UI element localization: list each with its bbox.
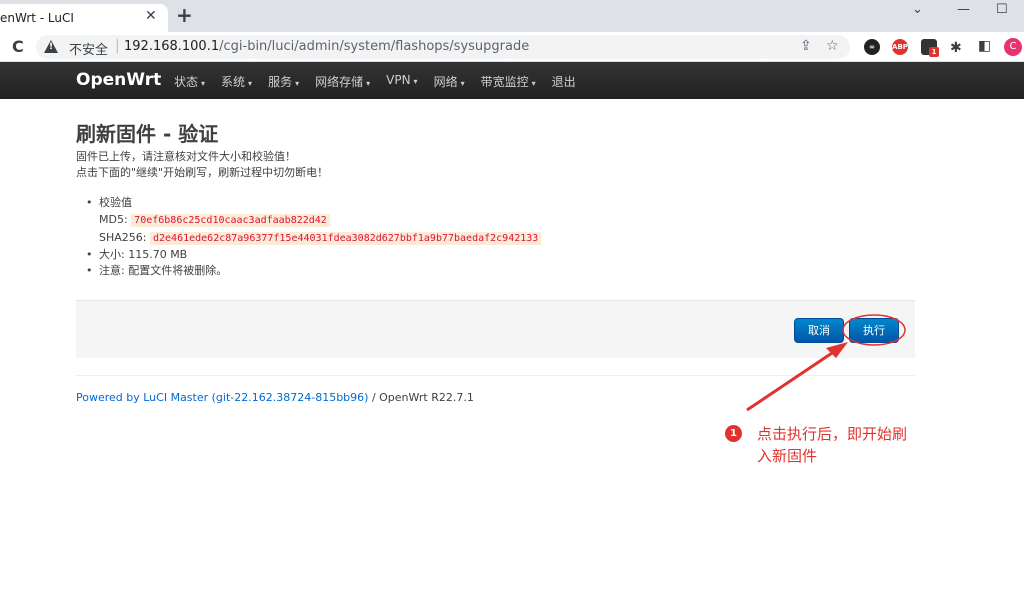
size-text: 大小: 115.70 MB (99, 248, 188, 261)
footer-version: / OpenWrt R22.7.1 (368, 391, 474, 404)
annotation-arrow-line (746, 347, 839, 412)
side-panel-icon[interactable]: ◧ (978, 38, 991, 54)
caret-icon: ▾ (460, 79, 465, 88)
flash-warning-description: 点击下面的"继续"开始刷写，刷新过程中切勿断电！ (76, 166, 329, 179)
md5-value: 70ef6b86c25cd10caac3adfaab822d42 (131, 214, 330, 227)
sha256-label: SHA256: (99, 231, 147, 244)
config-note: 注意: 配置文件将被删除。 (99, 264, 228, 277)
list-item: 大小: 115.70 MB (86, 247, 541, 263)
main-menu: 状态 ▾ 系统 ▾ 服务 ▾ 网络存储 ▾ VPN ▾ 网络 ▾ 带宽监控 ▾ 退出 (174, 73, 592, 90)
share-icon[interactable]: ⇪ (800, 38, 812, 54)
menu-item-vpn[interactable]: VPN ▾ (386, 73, 417, 90)
menu-label: 系统 (221, 75, 246, 89)
menu-label: 网络 (433, 75, 458, 89)
menu-label: 退出 (551, 75, 576, 89)
checksum-label: 校验值 (99, 196, 132, 209)
menu-label: 网络存储 (315, 75, 364, 89)
browser-tab-strip: enWrt - LuCI ✕ + ⌄ — ☐ (0, 0, 1024, 32)
adblock-extension-icon[interactable]: ABP (892, 39, 908, 55)
list-item: 注意: 配置文件将被删除。 (86, 263, 541, 279)
md5-row: MD5: 70ef6b86c25cd10caac3adfaab822d42 (86, 211, 541, 229)
menu-item-bandwidth[interactable]: 带宽监控 ▾ (481, 73, 536, 90)
checksum-details: MD5: 70ef6b86c25cd10caac3adfaab822d42 SH… (86, 211, 542, 247)
caret-icon: ▾ (531, 79, 536, 88)
caret-icon: ▾ (248, 79, 253, 88)
browser-tab[interactable]: enWrt - LuCI ✕ (0, 4, 168, 32)
luci-navbar: OpenWrt 状态 ▾ 系统 ▾ 服务 ▾ 网络存储 ▾ VPN ▾ 网络 ▾ 带宽监控 ▾… (0, 62, 1024, 99)
insecure-label[interactable]: 不安全 (69, 39, 108, 58)
reload-icon[interactable]: C (12, 37, 24, 56)
execute-button[interactable]: 执行 (849, 318, 899, 343)
menu-item-system[interactable]: 系统 ▾ (221, 73, 252, 90)
brand-logo[interactable]: OpenWrt (76, 70, 161, 90)
menu-item-network[interactable]: 网络 ▾ (434, 73, 465, 90)
list-item: 校验值 MD5: 70ef6b86c25cd10caac3adfaab822d4… (86, 195, 542, 247)
footer-divider (76, 375, 915, 376)
avatar[interactable]: C (1004, 38, 1022, 56)
tab-title: enWrt - LuCI (0, 11, 74, 25)
warning-icon (44, 40, 58, 53)
star-icon[interactable]: ☆ (826, 38, 839, 54)
url-path: /cgi-bin/luci/admin/system/flashops/sysu… (219, 39, 530, 54)
infinity-extension-icon[interactable]: ∞ (864, 39, 880, 55)
sha256-row: SHA256: d2e461ede62c87a96377f15e44031fde… (86, 229, 542, 247)
maximize-icon[interactable]: ☐ (996, 2, 1008, 17)
annotation-text: 点击执行后，即开始刷入新固件 (757, 425, 908, 465)
caret-icon: ▾ (366, 79, 371, 88)
url-host: 192.168.100.1 (124, 39, 220, 54)
menu-item-logout[interactable]: 退出 (552, 73, 576, 90)
url-text[interactable]: 192.168.100.1/cgi-bin/luci/admin/system/… (124, 39, 529, 54)
footer: Powered by LuCI Master (git-22.162.38724… (76, 391, 474, 404)
url-separator: | (115, 38, 120, 54)
md5-label: MD5: (99, 213, 128, 226)
menu-label: VPN (386, 73, 411, 87)
action-bar: 取消 执行 (76, 300, 915, 358)
firmware-info-list: 校验值 MD5: 70ef6b86c25cd10caac3adfaab822d4… (86, 195, 542, 279)
close-icon[interactable]: ✕ (145, 8, 157, 24)
annotation-number-badge: 1 (725, 425, 742, 442)
menu-label: 带宽监控 (480, 75, 529, 89)
caret-icon: ▾ (295, 79, 300, 88)
menu-label: 服务 (268, 75, 293, 89)
extension-badge: 1 (929, 47, 939, 57)
puzzle-icon[interactable]: ✱ (950, 40, 962, 56)
address-bar[interactable]: 不安全 | 192.168.100.1/cgi-bin/luci/admin/s… (36, 35, 850, 59)
cancel-button[interactable]: 取消 (794, 318, 844, 343)
luci-link[interactable]: Powered by LuCI Master (git-22.162.38724… (76, 391, 368, 404)
menu-item-status[interactable]: 状态 ▾ (174, 73, 205, 90)
menu-label: 状态 (174, 75, 199, 89)
minimize-icon[interactable]: — (957, 2, 970, 17)
sha256-value: d2e461ede62c87a96377f15e44031fdea3082d62… (149, 232, 542, 245)
new-tab-icon[interactable]: + (176, 3, 193, 27)
chevron-down-icon[interactable]: ⌄ (912, 2, 923, 17)
caret-icon: ▾ (413, 77, 418, 86)
page-title: 刷新固件 - 验证 (76, 122, 219, 146)
upload-description: 固件已上传，请注意核对文件大小和校验值！ (76, 150, 296, 163)
browser-toolbar: C 不安全 | 192.168.100.1/cgi-bin/luci/admin… (0, 32, 1024, 62)
menu-item-services[interactable]: 服务 ▾ (268, 73, 299, 90)
menu-item-nas[interactable]: 网络存储 ▾ (315, 73, 370, 90)
caret-icon: ▾ (201, 79, 206, 88)
